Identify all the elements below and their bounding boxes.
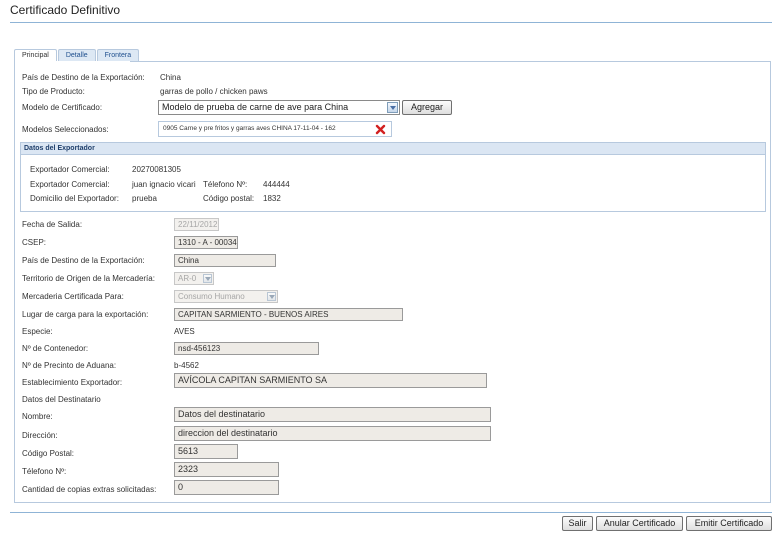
direccion-destinatario-field[interactable]: direccion del destinatario — [174, 426, 491, 441]
modelos-seleccionados-label: Modelos Seleccionados: — [22, 125, 109, 134]
tipo-producto-value: garras de pollo / chicken paws — [160, 87, 268, 96]
remove-icon[interactable] — [375, 124, 386, 135]
footer-divider — [10, 512, 772, 513]
territorio-origen-label: Territorio de Origen de la Mercadería: — [22, 274, 155, 283]
codigo-postal-label: Código Postal: — [22, 449, 75, 458]
copias-extras-field[interactable]: 0 — [174, 480, 279, 495]
exportador-comercial-label: Exportador Comercial: — [30, 165, 110, 174]
exportador-cp-value: 1832 — [263, 194, 281, 203]
pais-destino-value: China — [160, 73, 181, 82]
telefono-destinatario-label: Télefono Nº: — [22, 467, 67, 476]
lugar-carga-field[interactable]: CAPITAN SARMIENTO - BUENOS AIRES — [174, 308, 403, 321]
mercaderia-certificada-label: Mercaderia Certificada Para: — [22, 292, 124, 301]
anular-certificado-button[interactable]: Anular Certificado — [596, 516, 683, 531]
codigo-postal-field[interactable]: 5613 — [174, 444, 238, 459]
destinatario-heading: Datos del Destinatario — [22, 395, 101, 404]
title-divider — [10, 22, 772, 23]
pais-destino-label: País de Destino de la Exportación: — [22, 73, 145, 82]
lugar-carga-label: Lugar de carga para la exportación: — [22, 310, 149, 319]
mercaderia-certificada-select[interactable]: Consumo Humano — [174, 290, 278, 303]
nombre-destinatario-field[interactable]: Datos del destinatario — [174, 407, 491, 422]
exportador-telefono-label: Télefono Nº: — [203, 180, 248, 189]
especie-value: AVES — [174, 327, 195, 336]
tab-bar: Principal Detalle Frontera — [14, 49, 140, 62]
exportador-comercial-label-2: Exportador Comercial: — [30, 180, 110, 189]
salir-button[interactable]: Salir — [562, 516, 593, 531]
page-title: Certificado Definitivo — [10, 3, 121, 17]
contenedor-label: Nº de Contenedor: — [22, 344, 89, 353]
precinto-aduana-label: Nº de Precinto de Aduana: — [22, 361, 117, 370]
territorio-origen-selected: AR-0 — [178, 274, 197, 283]
fecha-salida-field[interactable]: 22/11/2012 — [174, 218, 219, 231]
pais-destino-field[interactable]: China — [174, 254, 276, 267]
exportador-domicilio-value: prueba — [132, 194, 157, 203]
exportador-section-header: Datos del Exportador — [21, 143, 765, 155]
agregar-button[interactable]: Agregar — [402, 100, 452, 115]
csep-label: CSEP: — [22, 238, 47, 247]
chevron-down-icon[interactable] — [203, 274, 212, 283]
modelos-seleccionados-list: 0905 Carne y pre fritos y garras aves CH… — [158, 121, 392, 137]
csep-field[interactable]: 1310 - A - 00034 — [174, 236, 238, 249]
modelo-seleccionado-item: 0905 Carne y pre fritos y garras aves CH… — [163, 125, 336, 132]
exportador-comercial-nombre: juan ignacio vicari — [132, 180, 196, 189]
precinto-aduana-value: b-4562 — [174, 361, 199, 370]
tipo-producto-label: Tipo de Producto: — [22, 87, 85, 96]
copias-extras-label: Cantidad de copias extras solicitadas: — [22, 485, 157, 494]
panel-top-border — [130, 61, 771, 62]
mercaderia-certificada-selected: Consumo Humano — [178, 292, 245, 301]
modelo-certificado-select[interactable]: Modelo de prueba de carne de ave para Ch… — [158, 100, 400, 115]
modelo-certificado-selected: Modelo de prueba de carne de ave para Ch… — [162, 102, 349, 112]
contenedor-field[interactable]: nsd-456123 — [174, 342, 319, 355]
exportador-comercial-cuit: 20270081305 — [132, 165, 181, 174]
exportador-domicilio-label: Domicilio del Exportador: — [30, 194, 119, 203]
nombre-label: Nombre: — [22, 412, 53, 421]
exportador-telefono-value: 444444 — [263, 180, 290, 189]
pais-destino-form-label: País de Destino de la Exportación: — [22, 256, 145, 265]
territorio-origen-select[interactable]: AR-0 — [174, 272, 214, 285]
especie-label: Especie: — [22, 327, 53, 336]
telefono-destinatario-field[interactable]: 2323 — [174, 462, 279, 477]
modelo-certificado-label: Modelo de Certificado: — [22, 103, 103, 112]
chevron-down-icon[interactable] — [387, 102, 398, 113]
chevron-down-icon[interactable] — [267, 292, 276, 301]
tab-frontera[interactable]: Frontera — [96, 49, 140, 61]
establecimiento-exportador-field[interactable]: AVÍCOLA CAPITAN SARMIENTO SA — [174, 373, 487, 388]
tab-detalle[interactable]: Detalle — [57, 49, 96, 61]
establecimiento-exportador-label: Establecimiento Exportador: — [22, 378, 123, 387]
exportador-cp-label: Código postal: — [203, 194, 255, 203]
fecha-salida-label: Fecha de Salida: — [22, 220, 83, 229]
emitir-certificado-button[interactable]: Emitir Certificado — [686, 516, 772, 531]
direccion-label: Dirección: — [22, 431, 58, 440]
